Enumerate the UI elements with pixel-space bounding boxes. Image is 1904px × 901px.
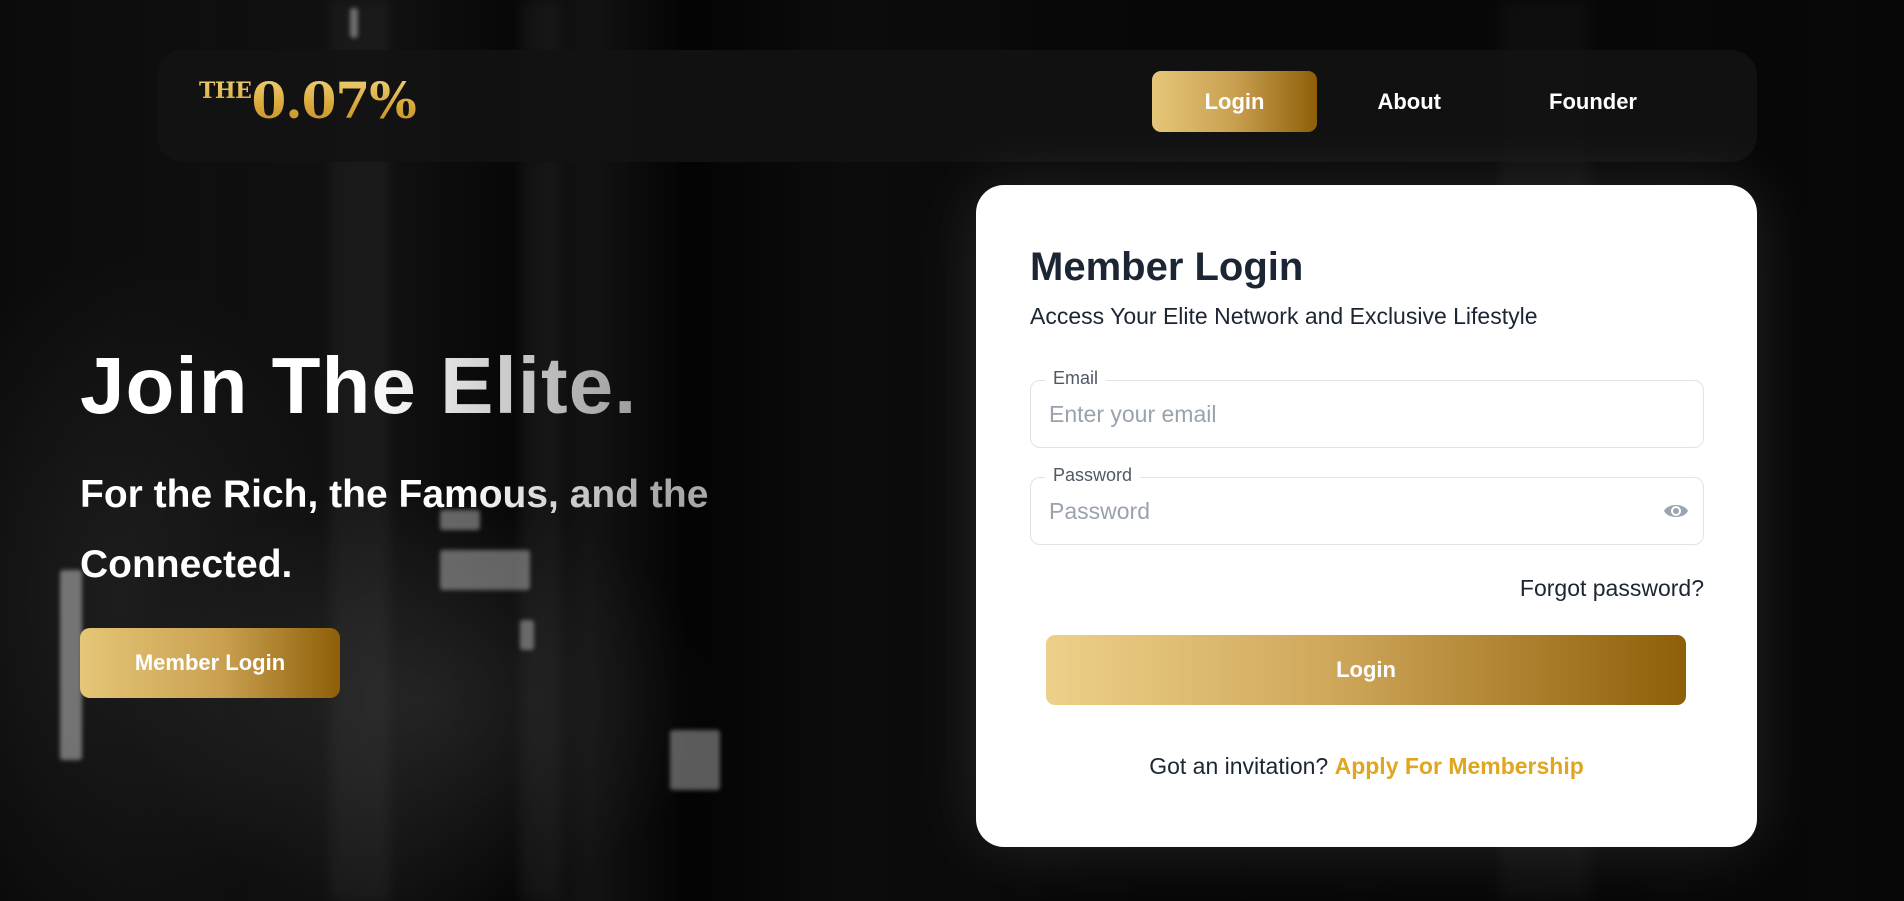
nav-founder-link[interactable]: Founder xyxy=(1501,71,1685,132)
apply-membership-link[interactable]: Apply For Membership xyxy=(1335,753,1584,779)
email-input[interactable] xyxy=(1049,381,1649,447)
email-field: Email xyxy=(1030,368,1704,448)
page: THE 0.07% Login About Founder Join The E… xyxy=(0,0,1904,901)
logo[interactable]: THE 0.07% xyxy=(199,66,416,136)
password-field: Password xyxy=(1030,465,1704,545)
navbar: THE 0.07% Login About Founder xyxy=(157,50,1757,162)
login-card-subtitle: Access Your Elite Network and Exclusive … xyxy=(1030,303,1538,329)
invite-prompt: Got an invitation? xyxy=(1149,753,1329,779)
eye-icon[interactable] xyxy=(1663,500,1689,522)
login-card-title: Member Login xyxy=(1030,245,1304,289)
nav-login-button[interactable]: Login xyxy=(1151,71,1318,132)
nav-links: Login About Founder xyxy=(1151,71,1685,132)
login-card: Member Login Access Your Elite Network a… xyxy=(976,185,1757,847)
login-submit-button[interactable]: Login xyxy=(1046,635,1686,705)
logo-prefix: THE xyxy=(199,78,252,104)
hero-member-login-button[interactable]: Member Login xyxy=(80,628,340,698)
hero-title: Join The Elite. xyxy=(80,341,638,430)
logo-main: 0.07% xyxy=(251,71,416,130)
forgot-password-link[interactable]: Forgot password? xyxy=(1520,575,1704,602)
password-input[interactable] xyxy=(1049,478,1649,544)
invite-text: Got an invitation? Apply For Membership xyxy=(976,753,1757,780)
nav-about-link[interactable]: About xyxy=(1329,71,1489,132)
hero-subtitle: For the Rich, the Famous, and the Connec… xyxy=(80,460,760,600)
